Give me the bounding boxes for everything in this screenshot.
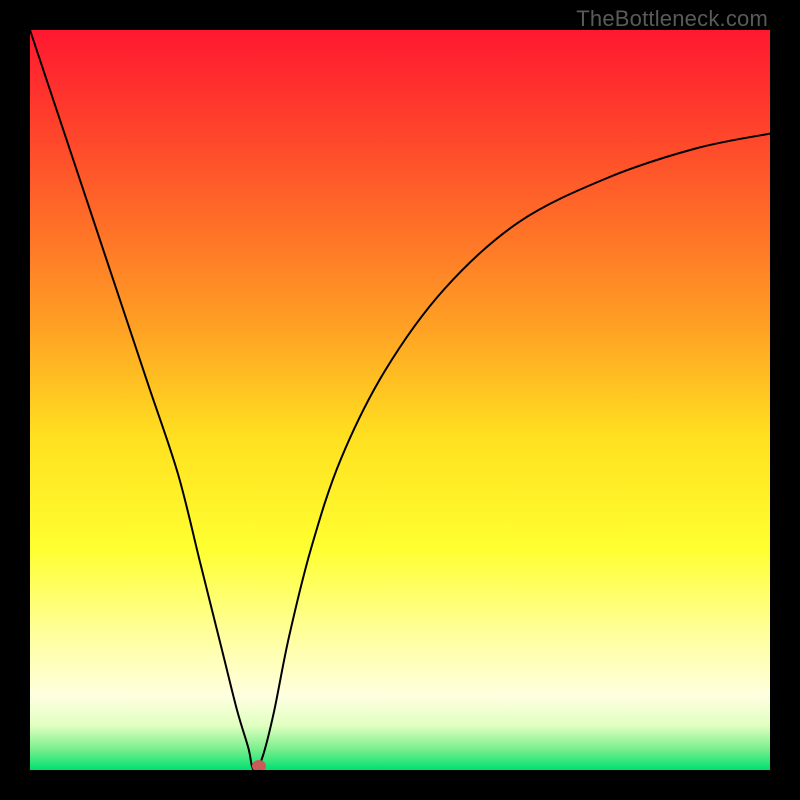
chart-frame: TheBottleneck.com: [0, 0, 800, 800]
optimal-marker: [252, 760, 266, 770]
curve-svg: [30, 30, 770, 770]
plot-area: [30, 30, 770, 770]
watermark-text: TheBottleneck.com: [576, 6, 768, 32]
bottleneck-curve: [30, 30, 770, 770]
